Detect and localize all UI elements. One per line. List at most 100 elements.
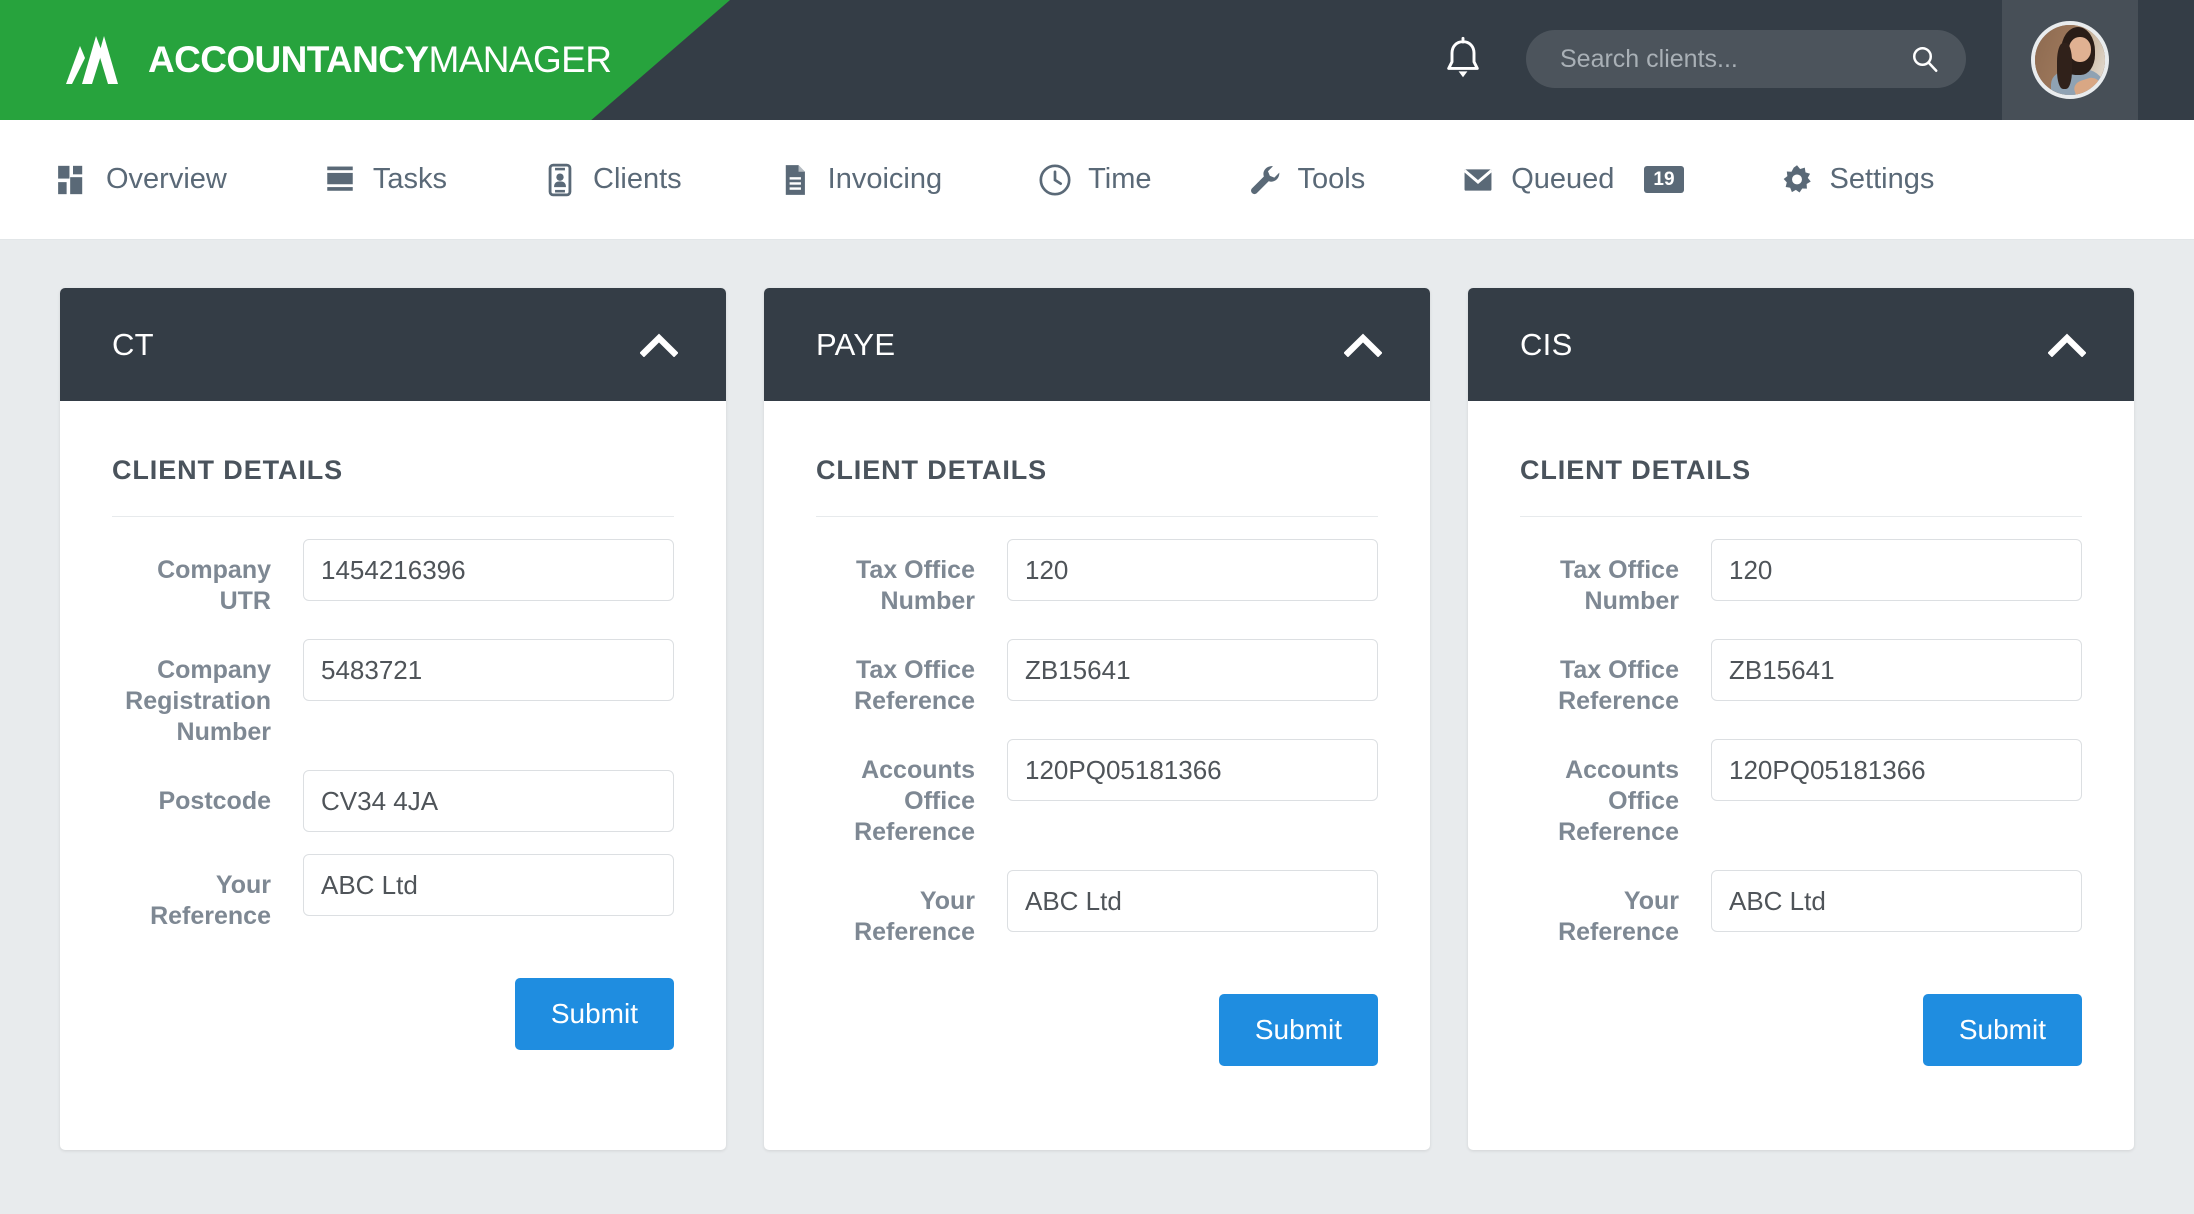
card-cis-section-title: CLIENT DETAILS	[1520, 455, 2082, 517]
nav-item-settings[interactable]: Settings	[1780, 163, 1935, 197]
avatar[interactable]	[2031, 21, 2109, 99]
label-accounts-office-reference-paye: Accounts Office Reference	[854, 756, 975, 846]
card-cis-actions: Submit	[1520, 970, 2082, 1066]
card-paye: PAYE CLIENT DETAILS Tax Office Number Ta…	[764, 288, 1430, 1150]
input-tax-office-reference-cis[interactable]	[1711, 639, 2082, 701]
nav-label-settings: Settings	[1829, 163, 1935, 195]
label-your-reference-paye: Your Reference	[854, 887, 975, 946]
input-tax-office-number-cis[interactable]	[1711, 539, 2082, 601]
nav-item-clients[interactable]: Clients	[543, 163, 682, 197]
wrench-icon	[1250, 165, 1279, 194]
nav-label-overview: Overview	[106, 163, 227, 195]
form-row-company-utr: Company UTR	[112, 539, 674, 617]
form-row-postcode: Postcode	[112, 770, 674, 832]
nav-label-tasks: Tasks	[372, 163, 447, 195]
chevron-up-icon[interactable]	[640, 333, 678, 357]
card-cis-title: CIS	[1520, 326, 1573, 362]
nav-item-time[interactable]: Time	[1038, 163, 1152, 197]
nav-label-tools: Tools	[1297, 163, 1366, 195]
form-row-tax-office-number-cis: Tax Office Number	[1520, 539, 2082, 617]
card-ct-form: Company UTR Company Registration Number …	[112, 517, 674, 1050]
avatar-face	[2069, 37, 2091, 62]
nav-label-queued: Queued	[1511, 163, 1615, 195]
input-tax-office-reference-paye[interactable]	[1007, 639, 1378, 701]
nav-item-invoicing[interactable]: Invoicing	[778, 163, 942, 197]
form-row-your-reference-paye: Your Reference	[816, 870, 1378, 948]
nav-label-clients: Clients	[593, 163, 682, 195]
submit-button-paye[interactable]: Submit	[1218, 994, 1378, 1066]
label-postcode: Postcode	[158, 787, 271, 815]
brand-name: ACCOUNTANCYMANAGER	[148, 36, 612, 84]
card-cis-body: CLIENT DETAILS Tax Office Number Tax Off…	[1468, 401, 2134, 1150]
dashboard-grid-icon	[58, 165, 83, 194]
user-menu[interactable]	[2002, 0, 2138, 120]
input-company-registration-number[interactable]	[303, 639, 674, 701]
nav-label-time: Time	[1088, 163, 1152, 195]
input-postcode[interactable]	[303, 770, 674, 832]
form-row-tax-office-reference-cis: Tax Office Reference	[1520, 639, 2082, 717]
search-icon[interactable]	[1910, 44, 1940, 74]
input-your-reference-paye[interactable]	[1007, 870, 1378, 932]
card-paye-header[interactable]: PAYE	[764, 288, 1430, 401]
card-paye-section-title: CLIENT DETAILS	[816, 455, 1378, 517]
envelope-icon	[1463, 168, 1493, 191]
app-header: ACCOUNTANCYMANAGER	[0, 0, 2194, 120]
input-your-reference-cis[interactable]	[1711, 870, 2082, 932]
card-paye-form: Tax Office Number Tax Office Reference A…	[816, 517, 1378, 1066]
avatar-hair-strand	[2057, 43, 2072, 89]
card-ct-title: CT	[112, 326, 154, 362]
nav-item-tasks[interactable]: Tasks	[323, 163, 447, 197]
document-icon	[785, 164, 805, 195]
input-accounts-office-reference-paye[interactable]	[1007, 739, 1378, 801]
label-your-reference-cis: Your Reference	[1558, 887, 1679, 946]
brand-name-bold: ACCOUNTANCY	[148, 39, 429, 80]
contact-card-icon	[548, 163, 572, 196]
chevron-up-icon[interactable]	[1344, 333, 1382, 357]
input-accounts-office-reference-cis[interactable]	[1711, 739, 2082, 801]
search-input[interactable]	[1560, 44, 1910, 74]
card-ct-header[interactable]: CT	[60, 288, 726, 401]
input-tax-office-number-paye[interactable]	[1007, 539, 1378, 601]
card-ct-body: CLIENT DETAILS Company UTR Company Regis…	[60, 401, 726, 1150]
card-cis-form: Tax Office Number Tax Office Reference A…	[1520, 517, 2082, 1066]
form-row-accounts-office-reference-cis: Accounts Office Reference	[1520, 739, 2082, 848]
form-row-tax-office-reference-paye: Tax Office Reference	[816, 639, 1378, 717]
list-lines-icon	[327, 166, 353, 191]
card-ct-section-title: CLIENT DETAILS	[112, 455, 674, 517]
input-company-utr[interactable]	[303, 539, 674, 601]
submit-button-ct[interactable]: Submit	[514, 978, 674, 1050]
brand-name-light: MANAGER	[428, 39, 612, 80]
label-tax-office-reference-paye: Tax Office Reference	[854, 656, 975, 715]
main-content: CT CLIENT DETAILS Company UTR Company Re…	[0, 240, 2194, 1214]
card-paye-body: CLIENT DETAILS Tax Office Number Tax Off…	[764, 401, 1430, 1150]
nav-label-invoicing: Invoicing	[827, 163, 943, 195]
form-row-tax-office-number-paye: Tax Office Number	[816, 539, 1378, 617]
form-row-company-registration-number: Company Registration Number	[112, 639, 674, 748]
label-accounts-office-reference-cis: Accounts Office Reference	[1558, 756, 1679, 846]
form-row-your-reference-cis: Your Reference	[1520, 870, 2082, 948]
submit-button-cis[interactable]: Submit	[1922, 994, 2082, 1066]
gear-icon	[1783, 164, 1811, 192]
main-navigation: Overview Tasks Clients Invoicing Time To…	[0, 120, 2194, 240]
form-row-your-reference-ct: Your Reference	[112, 854, 674, 932]
nav-item-queued[interactable]: Queued 19	[1461, 163, 1684, 197]
am-logo-icon	[66, 36, 118, 84]
form-row-accounts-office-reference-paye: Accounts Office Reference	[816, 739, 1378, 848]
card-cis-header[interactable]: CIS	[1468, 288, 2134, 401]
nav-item-tools[interactable]: Tools	[1248, 163, 1366, 197]
search-bar[interactable]	[1526, 30, 1966, 88]
label-company-utr: Company UTR	[157, 556, 271, 615]
nav-item-overview[interactable]: Overview	[56, 163, 227, 197]
label-tax-office-number-paye: Tax Office Number	[855, 556, 975, 615]
card-ct-actions: Submit	[112, 954, 674, 1050]
label-your-reference-ct: Your Reference	[150, 871, 271, 930]
queued-count-badge: 19	[1644, 166, 1684, 193]
label-tax-office-reference-cis: Tax Office Reference	[1558, 656, 1679, 715]
bell-icon[interactable]	[1441, 36, 1485, 84]
card-paye-actions: Submit	[816, 970, 1378, 1066]
label-company-registration-number: Company Registration Number	[125, 656, 271, 746]
chevron-up-icon[interactable]	[2048, 333, 2086, 357]
input-your-reference-ct[interactable]	[303, 854, 674, 916]
brand-logo[interactable]: ACCOUNTANCYMANAGER	[66, 30, 612, 90]
card-cis: CIS CLIENT DETAILS Tax Office Number Tax…	[1468, 288, 2134, 1150]
